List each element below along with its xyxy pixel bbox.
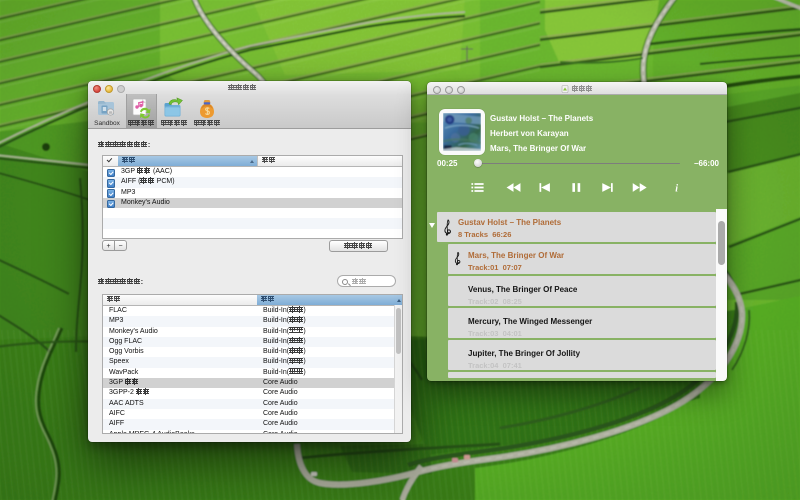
svg-text:i: i <box>675 184 678 195</box>
